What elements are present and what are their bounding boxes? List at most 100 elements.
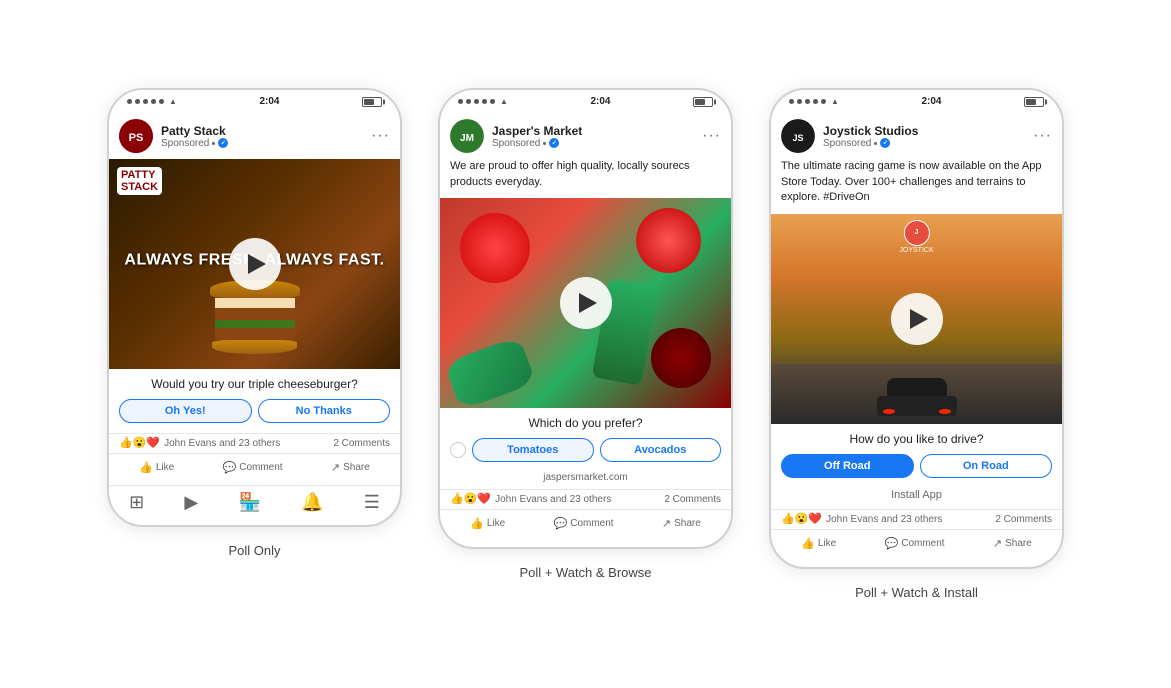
- reactions-text-2: John Evans and 23 others: [495, 494, 611, 505]
- advertiser-name-2: Jasper's Market: [492, 124, 694, 138]
- share-icon-3: ↗: [993, 537, 1002, 550]
- reactions-text-3: John Evans and 23 others: [826, 514, 942, 525]
- nav-bell-icon[interactable]: 🔔: [301, 492, 323, 513]
- share-button-2[interactable]: ↗ Share: [656, 514, 707, 533]
- play-button-3[interactable]: [891, 293, 943, 345]
- phone-time-1: 2:04: [259, 96, 279, 107]
- fb-header-info-3: Joystick Studios Sponsored: [823, 124, 1025, 149]
- share-button-3[interactable]: ↗ Share: [987, 534, 1038, 553]
- phone-dot: [143, 99, 148, 104]
- video-area-3[interactable]: J JOYSTICK: [771, 214, 1062, 424]
- car-visual: [877, 378, 957, 416]
- phone-dots-1: ▲: [127, 97, 177, 106]
- play-button-1[interactable]: [229, 238, 281, 290]
- fb-header-2: JM Jasper's Market Sponsored ···: [440, 111, 731, 159]
- poll-question-3: How do you like to drive?: [781, 432, 1052, 446]
- nav-marketplace-icon[interactable]: 🏪: [238, 492, 260, 513]
- advertiser-name-3: Joystick Studios: [823, 124, 1025, 138]
- poll-option-1a[interactable]: Oh Yes!: [119, 399, 252, 423]
- poll-radio-1[interactable]: [450, 442, 466, 458]
- poll-question-1: Would you try our triple cheeseburger?: [119, 377, 390, 391]
- post-text-3: The ultimate racing game is now availabl…: [771, 159, 1062, 213]
- phone-label-1: Poll Only: [228, 543, 280, 558]
- play-icon-1: [248, 254, 266, 274]
- poll-option-3b[interactable]: On Road: [920, 454, 1053, 478]
- fb-header-info-1: Patty Stack Sponsored: [161, 124, 363, 149]
- share-button-1[interactable]: ↗ Share: [325, 458, 376, 477]
- phone-top-bar-3: ▲ 2:04: [771, 90, 1062, 111]
- poll-circle-1[interactable]: [450, 438, 466, 462]
- fb-header-info-2: Jasper's Market Sponsored: [492, 124, 694, 149]
- poll-section-3: How do you like to drive? Off Road On Ro…: [771, 424, 1062, 486]
- phone-label-3: Poll + Watch & Install: [855, 585, 978, 600]
- more-options-2[interactable]: ···: [702, 127, 721, 145]
- phone-2: ▲ 2:04 JM Jasper's Market: [438, 88, 733, 549]
- video-area-2[interactable]: [440, 198, 731, 408]
- poll-option-1b[interactable]: No Thanks: [258, 399, 391, 423]
- more-options-1[interactable]: ···: [371, 127, 390, 145]
- advertiser-avatar-2: JM: [450, 119, 484, 153]
- phone-dot: [127, 99, 132, 104]
- cherries: [651, 328, 711, 388]
- advertiser-avatar-1: PS: [119, 119, 153, 153]
- reaction-emoji-2: 👍😮❤️: [450, 494, 491, 505]
- phone-time-3: 2:04: [921, 96, 941, 107]
- actions-row-2: 👍 Like 💬 Comment ↗ Share: [440, 509, 731, 537]
- phone-battery-3: [1024, 97, 1044, 107]
- phone-time-2: 2:04: [590, 96, 610, 107]
- verified-icon-2: [549, 138, 559, 148]
- comment-button-2[interactable]: 💬 Comment: [548, 514, 620, 533]
- nav-menu-icon[interactable]: ☰: [364, 492, 380, 513]
- video-area-1[interactable]: PATTYSTACK ALWAYS FRESH. ALWAYS FAST.: [109, 159, 400, 369]
- play-icon-2: [579, 293, 597, 313]
- reactions-left-1: 👍😮❤️ John Evans and 23 others: [119, 438, 280, 449]
- comments-count-1: 2 Comments: [333, 438, 390, 449]
- poll-options-3: Off Road On Road: [781, 454, 1052, 478]
- like-button-1[interactable]: 👍 Like: [133, 458, 180, 477]
- reactions-row-2: 👍😮❤️ John Evans and 23 others 2 Comments: [440, 489, 731, 509]
- brand-logo-box-1: PATTYSTACK: [117, 167, 162, 195]
- phone-3: ▲ 2:04 JS Joystick Studios: [769, 88, 1064, 568]
- poll-options-2: Tomatoes Avocados: [450, 438, 721, 462]
- signal-bars-2: ▲: [500, 97, 508, 106]
- battery-fill: [364, 99, 374, 105]
- like-button-3[interactable]: 👍 Like: [795, 534, 842, 553]
- more-options-3[interactable]: ···: [1033, 127, 1052, 145]
- svg-text:PS: PS: [129, 132, 144, 144]
- signal-bars: ▲: [169, 97, 177, 106]
- post-text-2: We are proud to offer high quality, loca…: [440, 159, 731, 198]
- phone-dot: [135, 99, 140, 104]
- game-logo-circle: J: [903, 220, 929, 246]
- phone-1: ▲ 2:04 PS Patty Stack Spo: [107, 88, 402, 527]
- game-logo-3: J JOYSTICK: [899, 220, 933, 254]
- advertiser-avatar-3: JS: [781, 119, 815, 153]
- nav-video-icon[interactable]: ▶: [184, 492, 198, 513]
- fb-header-3: JS Joystick Studios Sponsored ···: [771, 111, 1062, 159]
- comments-count-3: 2 Comments: [995, 514, 1052, 525]
- play-icon-3: [910, 309, 928, 329]
- advertiser-sponsored-2: Sponsored: [492, 138, 694, 149]
- phone-top-bar-2: ▲ 2:04: [440, 90, 731, 111]
- install-app-3[interactable]: Install App: [771, 486, 1062, 507]
- poll-question-2: Which do you prefer?: [450, 416, 721, 430]
- link-section-2[interactable]: jaspersmarket.com: [440, 470, 731, 487]
- phone-dots-3: ▲: [789, 97, 839, 106]
- reactions-row-3: 👍😮❤️ John Evans and 23 others 2 Comments: [771, 509, 1062, 529]
- play-button-2[interactable]: [560, 277, 612, 329]
- like-button-2[interactable]: 👍 Like: [464, 514, 511, 533]
- poll-option-2a[interactable]: Tomatoes: [472, 438, 594, 462]
- comment-button-3[interactable]: 💬 Comment: [879, 534, 951, 553]
- poll-option-3a[interactable]: Off Road: [781, 454, 914, 478]
- phones-container: ▲ 2:04 PS Patty Stack Spo: [107, 88, 1064, 599]
- like-icon-3: 👍: [801, 537, 815, 550]
- comment-icon-1: 💬: [223, 461, 237, 474]
- video-logo-1: PATTYSTACK: [117, 167, 162, 195]
- verified-icon-1: [218, 138, 228, 148]
- comments-count-2: 2 Comments: [664, 494, 721, 505]
- comment-button-1[interactable]: 💬 Comment: [217, 458, 289, 477]
- share-icon-1: ↗: [331, 461, 340, 474]
- poll-options-1: Oh Yes! No Thanks: [119, 399, 390, 423]
- phone-dot: [159, 99, 164, 104]
- poll-option-2b[interactable]: Avocados: [600, 438, 722, 462]
- nav-home-icon[interactable]: ⊞: [129, 492, 144, 513]
